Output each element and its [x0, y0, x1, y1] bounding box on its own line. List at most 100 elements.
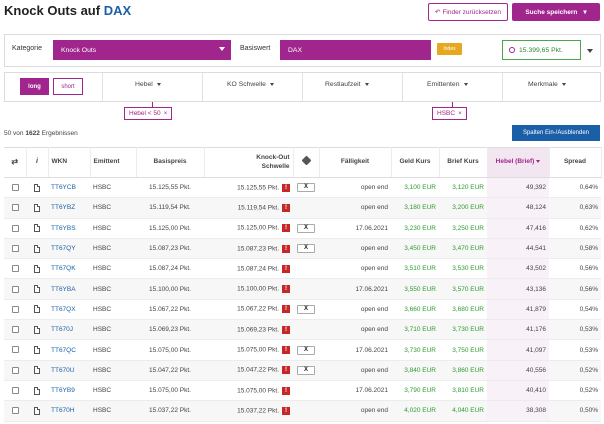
document-icon[interactable]	[34, 264, 40, 273]
wkn-cell[interactable]: TT67QY	[48, 238, 90, 260]
table-row[interactable]: TT67QK HSBC 15.087,24 Pkt. 15.087,24 Pkt…	[4, 258, 601, 280]
row-checkbox-cell[interactable]	[4, 380, 26, 402]
document-icon[interactable]	[34, 366, 40, 375]
x-marker-button[interactable]: X	[297, 304, 315, 314]
document-icon[interactable]	[34, 406, 40, 415]
table-row[interactable]: TT670U HSBC 15.047,22 Pkt. 15.047,22 Pkt…	[4, 360, 601, 381]
tab-restlaufzeit[interactable]: Restlaufzeit	[325, 81, 369, 88]
document-icon[interactable]	[34, 305, 40, 314]
spread-header[interactable]: Spread	[549, 147, 602, 178]
row-checkbox-cell[interactable]	[4, 319, 26, 341]
row-checkbox[interactable]	[11, 224, 19, 232]
row-checkbox[interactable]	[11, 305, 19, 313]
document-cell[interactable]	[26, 299, 48, 321]
geld-kurs-header[interactable]: Geld Kurs	[391, 147, 440, 178]
wkn-cell[interactable]: TT6YB9	[48, 380, 90, 402]
row-checkbox[interactable]	[11, 265, 19, 273]
wkn-cell[interactable]: TT6YCB	[48, 177, 90, 199]
document-cell[interactable]	[26, 380, 48, 402]
document-cell[interactable]	[26, 197, 48, 219]
document-cell[interactable]	[26, 319, 48, 341]
save-search-button[interactable]: Suche speichern ▾	[512, 3, 600, 21]
row-checkbox-cell[interactable]	[4, 299, 26, 321]
wkn-cell[interactable]: TT6YBA	[48, 278, 90, 300]
faelligkeit-header[interactable]: Fälligkeit	[319, 147, 392, 178]
table-row[interactable]: TT6YBZ HSBC 15.119,54 Pkt. 15.119,54 Pkt…	[4, 197, 601, 219]
emittent-header[interactable]: Emittent	[90, 147, 137, 178]
row-checkbox[interactable]	[11, 184, 19, 192]
document-icon[interactable]	[34, 325, 40, 334]
row-checkbox-cell[interactable]	[4, 258, 26, 280]
table-row[interactable]: TT6YBA HSBC 15.100,00 Pkt. 15.100,00 Pkt…	[4, 278, 601, 300]
tab-hebel[interactable]: Hebel	[135, 81, 161, 88]
table-row[interactable]: TT67QX HSBC 15.067,22 Pkt. 15.067,22 Pkt…	[4, 299, 601, 321]
row-checkbox[interactable]	[11, 244, 19, 252]
document-cell[interactable]	[26, 218, 48, 239]
table-row[interactable]: TT6YBS HSBC 15.125,00 Pkt. 15.125,00 Pkt…	[4, 218, 601, 239]
row-checkbox-cell[interactable]	[4, 218, 26, 239]
wkn-cell[interactable]: TT670H	[48, 400, 90, 422]
row-checkbox[interactable]	[11, 366, 19, 374]
x-marker-button[interactable]: X	[297, 365, 315, 375]
x-marker-button[interactable]: X	[297, 244, 315, 254]
row-checkbox[interactable]	[11, 204, 19, 212]
document-cell[interactable]	[26, 258, 48, 280]
wkn-cell[interactable]: TT6YBS	[48, 218, 90, 239]
row-checkbox[interactable]	[11, 407, 19, 415]
wkn-cell[interactable]: TT670J	[48, 319, 90, 341]
basiswert-field[interactable]: DAX	[280, 40, 431, 60]
kategorie-select[interactable]: Knock Outs	[53, 40, 231, 60]
filter-chip-hebel[interactable]: Hebel < 50 ×	[124, 107, 173, 120]
tab-ko-schwelle[interactable]: KO Schwelle	[227, 81, 274, 88]
hebel-brief-header[interactable]: Hebel (Brief)	[487, 147, 550, 178]
document-icon[interactable]	[34, 224, 40, 233]
document-cell[interactable]	[26, 360, 48, 381]
basispreis-header[interactable]: Basispreis	[136, 147, 205, 178]
document-cell[interactable]	[26, 238, 48, 260]
toggle-columns-button[interactable]: Spalten Ein-/Ausblenden	[512, 125, 600, 141]
filter-chip-hsbc[interactable]: HSBC ×	[432, 107, 467, 120]
row-checkbox-cell[interactable]	[4, 400, 26, 422]
tab-emittenten[interactable]: Emittenten	[427, 81, 468, 88]
x-marker-button[interactable]: X	[297, 223, 315, 233]
document-cell[interactable]	[26, 339, 48, 361]
document-icon[interactable]	[34, 203, 40, 212]
document-icon[interactable]	[34, 183, 40, 192]
close-icon[interactable]: ×	[458, 110, 462, 117]
row-checkbox-cell[interactable]	[4, 177, 26, 199]
table-row[interactable]: TT670J HSBC 15.069,23 Pkt. 15.069,23 Pkt…	[4, 319, 601, 341]
row-checkbox[interactable]	[11, 387, 19, 394]
x-marker-button[interactable]: X	[297, 345, 315, 355]
x-marker-button[interactable]: X	[297, 183, 315, 193]
table-row[interactable]: TT67QC HSBC 15.075,00 Pkt. 15.075,00 Pkt…	[4, 339, 601, 361]
row-checkbox-cell[interactable]	[4, 360, 26, 381]
short-toggle[interactable]: short	[53, 78, 83, 95]
row-checkbox[interactable]	[11, 285, 19, 293]
row-checkbox-cell[interactable]	[4, 278, 26, 300]
compare-column-header[interactable]: ⇄	[4, 147, 27, 178]
document-icon[interactable]	[34, 285, 40, 294]
row-checkbox-cell[interactable]	[4, 238, 26, 260]
document-icon[interactable]	[34, 244, 40, 253]
row-checkbox[interactable]	[11, 326, 19, 334]
document-icon[interactable]	[34, 386, 40, 395]
tab-merkmale[interactable]: Merkmale	[528, 81, 566, 88]
table-row[interactable]: TT6YB9 HSBC 15.075,00 Pkt. 15.075,00 Pkt…	[4, 380, 601, 402]
row-checkbox-cell[interactable]	[4, 339, 26, 361]
brief-kurs-header[interactable]: Brief Kurs	[439, 147, 488, 178]
chevron-down-icon[interactable]	[587, 49, 593, 53]
table-row[interactable]: TT6YCB HSBC 15.125,55 Pkt. 15.125,55 Pkt…	[4, 177, 601, 199]
wkn-header[interactable]: WKN	[48, 147, 91, 178]
document-cell[interactable]	[26, 278, 48, 300]
wkn-cell[interactable]: TT6YBZ	[48, 197, 90, 219]
wkn-cell[interactable]: TT67QC	[48, 339, 90, 361]
ko-schwelle-header[interactable]: Knock-Out Schwelle	[204, 147, 294, 178]
wkn-cell[interactable]: TT67QK	[48, 258, 90, 280]
table-row[interactable]: TT670H HSBC 15.037,22 Pkt. 15.037,22 Pkt…	[4, 400, 601, 422]
reset-finder-button[interactable]: ↶ Finder zurücksetzen	[428, 3, 508, 21]
document-cell[interactable]	[26, 177, 48, 199]
row-checkbox[interactable]	[11, 346, 19, 354]
row-checkbox-cell[interactable]	[4, 197, 26, 219]
close-icon[interactable]: ×	[164, 110, 168, 117]
document-icon[interactable]	[34, 346, 40, 355]
